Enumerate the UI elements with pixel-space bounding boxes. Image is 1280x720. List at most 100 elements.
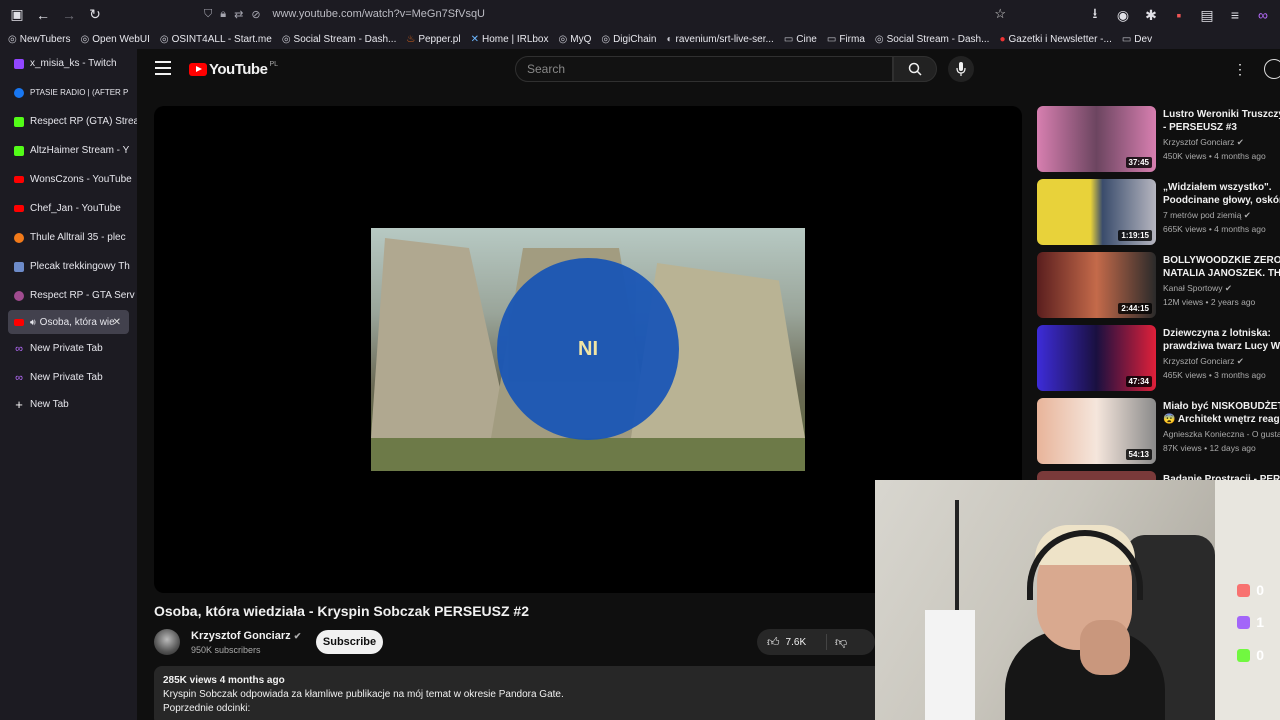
tab-item[interactable]: AltzHaimer Stream - Y [0,136,137,165]
private-mask-icon: ∞ [1258,7,1268,23]
tab-item[interactable]: Plecak trekkingowy Th [0,252,137,281]
recommendation-meta: 665K views • 4 months ago [1163,224,1266,234]
account-icon[interactable] [1264,59,1280,79]
youtube-icon [14,205,24,212]
twitch-icon [1237,615,1251,629]
bookmark-item[interactable]: ◎ NewTubers [8,34,71,45]
bookmark-item[interactable]: ✕ Home | IRLbox [471,34,549,45]
folder-icon: ▭ [826,33,837,45]
toolbar-right: ⭳ ◉ ✱ ▪ ▤ ≡ ∞ [1084,4,1274,26]
bookmark-item[interactable]: ◎ OSINT4ALL - Start.me [160,34,272,45]
recommendation-channel[interactable]: 7 metrów pod ziemią ✔ [1163,210,1251,221]
tab-item-active[interactable]: 🔊︎ Osoba, która wie ✕ [8,310,129,334]
recommendation-channel[interactable]: Kanał Sportowy ✔ [1163,283,1232,294]
bookmark-item[interactable]: ◎ MyQ [559,34,592,45]
extensions-icon[interactable]: ✱ [1140,4,1162,26]
recommendation-title[interactable]: Dziewczyna z lotniska: prawdziwa twarz Lu… [1163,327,1280,353]
url-text[interactable]: www.youtube.com/watch?v=MeGn7SfVsqU [273,8,485,20]
tab-item[interactable]: x_misia_ks - Twitch [0,49,137,78]
video-thumbnail[interactable]: 37:45 [1037,106,1156,172]
more-options-icon[interactable]: ⋮ [1233,61,1247,78]
video-thumbnail[interactable]: 47:34 [1037,325,1156,391]
recommendation-title[interactable]: Lustro Weroniki Truszczyń - PERSEUSZ #3 [1163,108,1280,134]
search-input[interactable]: Search [515,56,893,82]
channel-avatar[interactable] [154,629,180,655]
bookmark-item[interactable]: ◎ Social Stream - Dash... [875,34,990,45]
bookshelf [1215,480,1280,720]
recommendation-title[interactable]: „Widziałem wszystko". Poodcinane głowy, o… [1163,181,1280,207]
recommendation-item[interactable]: 2:44:15 BOLLYWOODZKIE ZERO: NATALIA JANOS… [1037,252,1280,324]
permissions-icon[interactable]: ⇄ [234,8,243,21]
bookmark-item[interactable]: ◎ DigiChain [601,34,656,45]
tab-item[interactable]: PTASIE RADIO | (AFTER P [0,78,137,107]
tab-item[interactable]: ∞ New Private Tab [0,363,137,392]
reader-icon[interactable]: ▤ [1196,4,1218,26]
shield-icon[interactable]: ⛉ [204,8,212,21]
folder-icon: ▭ [783,33,794,45]
verified-icon: ✔ [293,631,302,641]
recommendation-channel[interactable]: Krzysztof Gonciarz ✔ [1163,356,1244,367]
sidebar-toggle-icon[interactable]: ▣ [6,4,28,26]
recommendation-channel[interactable]: Agnieszka Konieczna - O gustac [1163,429,1280,439]
recommendation-meta: 87K views • 12 days ago [1163,443,1256,453]
extension-icon[interactable]: ◉ [1112,4,1134,26]
private-mask-icon: ∞ [15,342,23,355]
video-thumbnail[interactable]: 2:44:15 [1037,252,1156,318]
bookmark-item[interactable]: ● Gazetki i Newsletter -... [999,34,1111,45]
subscribe-button[interactable]: Subscribe [316,630,383,654]
hamburger-menu-icon[interactable] [155,61,171,79]
downloads-icon[interactable]: ⭳ [1084,4,1106,26]
bookmark-item[interactable]: ◎ Open WebUI [81,34,150,45]
close-tab-icon[interactable]: ✕ [113,317,121,328]
search-button[interactable] [893,56,937,82]
microphone-icon [956,62,966,76]
youtube-logo[interactable]: YouTube PL [189,61,278,78]
video-duration: 1:19:15 [1118,230,1152,241]
tab-item[interactable]: Thule Alltrail 35 - plec [0,223,137,252]
recommendation-title[interactable]: BOLLYWOODZKIE ZERO: NATALIA JANOSZEK. THE [1163,254,1280,280]
recommendation-item[interactable]: 47:34 Dziewczyna z lotniska: prawdziwa tw… [1037,325,1280,397]
like-button[interactable]: 👍︎ 7.6K [757,634,827,650]
channel-name[interactable]: Krzysztof Gonciarz ✔ [191,630,301,642]
tab-item[interactable]: Respect RP - GTA Serv [0,281,137,310]
menu-icon[interactable]: ≡ [1224,4,1246,26]
globe-icon: ◎ [159,33,169,45]
tab-item[interactable]: ∞ New Private Tab [0,334,137,363]
no-autoplay-icon[interactable]: ⊘ [251,8,260,21]
bookmarks-bar: ◎ NewTubers ◎ Open WebUI ◎ OSINT4ALL - Star… [0,29,1280,49]
bookmark-folder[interactable]: ▭ Dev [1122,34,1152,45]
tab-item[interactable]: WonsCzons - YouTube [0,165,137,194]
audio-playing-icon[interactable]: 🔊︎ [30,317,36,328]
bookmark-star-icon[interactable]: ☆ [994,6,1006,22]
recommendation-title[interactable]: Miało być NISKOBUDŻETO 😨 Architekt wnętrz… [1163,400,1280,426]
reload-icon[interactable]: ↻ [84,4,106,26]
bookmark-item[interactable]: ◎ Social Stream - Dash... [282,34,397,45]
bookmark-item[interactable]: ◐ ravenium/srt-live-ser... [666,34,773,45]
recommendation-item[interactable]: 37:45 Lustro Weroniki Truszczyń - PERSEUS… [1037,106,1280,178]
verified-icon: ✔ [1236,356,1244,366]
recommendation-meta: 450K views • 4 months ago [1163,151,1266,161]
tab-item[interactable]: Respect RP (GTA) Strea [0,107,137,136]
video-thumbnail[interactable]: 54:13 [1037,398,1156,464]
back-icon[interactable]: ← [32,4,54,26]
dislike-button[interactable]: 👎︎ [827,635,847,650]
tab-item[interactable]: Chef_Jan - YouTube [0,194,137,223]
github-icon: ◐ [666,33,673,45]
forward-icon[interactable]: → [58,4,80,26]
globe-icon: ◎ [281,33,291,45]
monitor [925,610,975,720]
bookmark-folder[interactable]: ▭ Cine [784,34,817,45]
kick-icon [1237,648,1251,662]
bookmark-item[interactable]: ♨ Pepper.pl [406,34,460,45]
recommendation-channel[interactable]: Krzysztof Gonciarz ✔ [1163,137,1244,148]
bookmark-folder[interactable]: ▭ Firma [827,34,865,45]
recommendation-item[interactable]: 54:13 Miało być NISKOBUDŻETO 😨 Architekt … [1037,398,1280,470]
extension-red-icon[interactable]: ▪ [1168,4,1190,26]
recommendation-item[interactable]: 1:19:15 „Widziałem wszystko". Poodcinane … [1037,179,1280,251]
voice-search-button[interactable] [948,56,974,82]
globe-icon: ◎ [8,33,17,45]
lock-icon[interactable]: 🔒︎ [220,8,226,21]
url-bar[interactable]: ⛉ 🔒︎ ⇄ ⊘ www.youtube.com/watch?v=MeGn7Sf… [200,3,1016,25]
new-tab-button[interactable]: + New Tab [0,392,137,416]
video-thumbnail[interactable]: 1:19:15 [1037,179,1156,245]
